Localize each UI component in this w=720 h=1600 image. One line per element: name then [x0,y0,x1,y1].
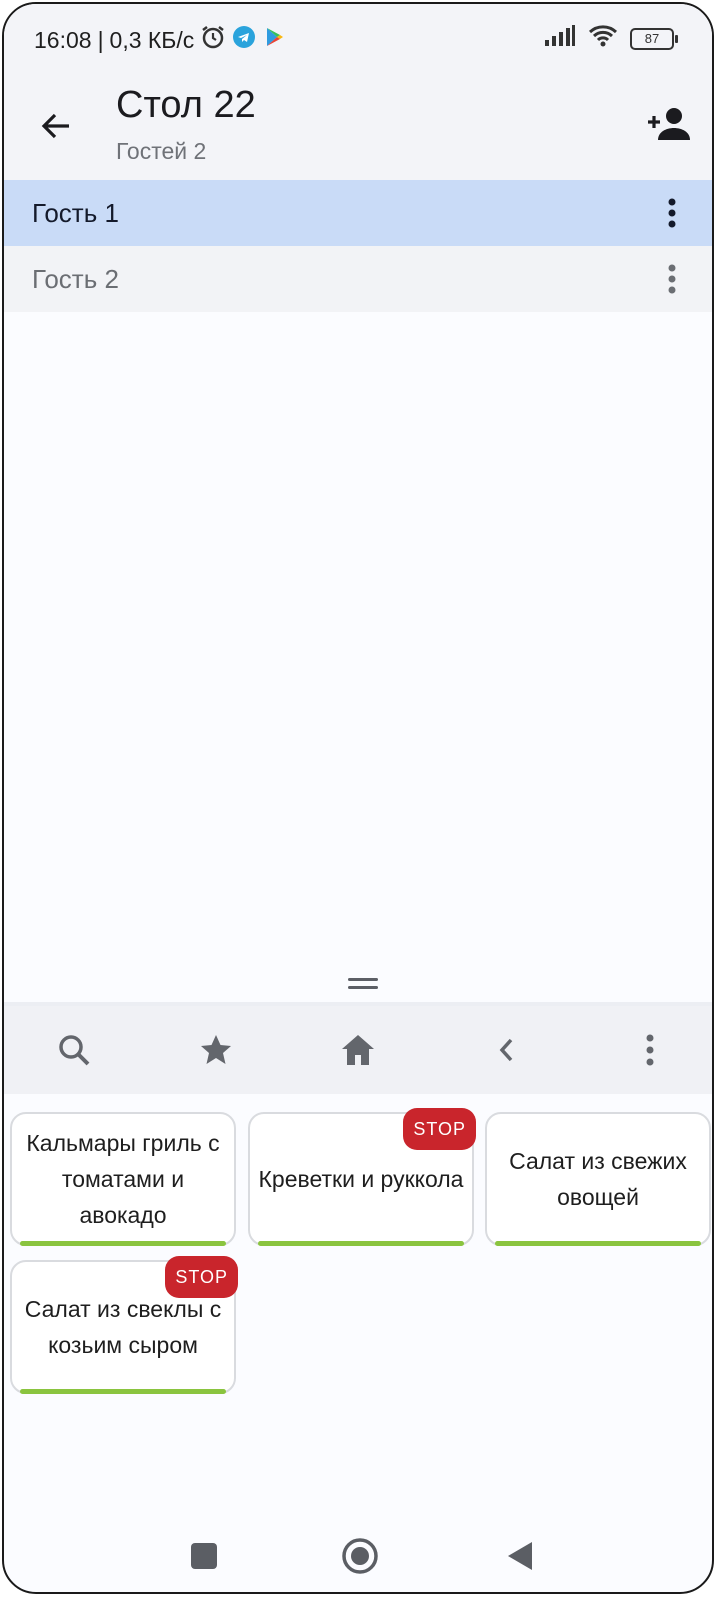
tile-status-bar [258,1241,464,1246]
person-add-icon [648,108,690,140]
status-right: 87 [544,24,678,53]
guest-count: Гостей 2 [116,138,207,164]
more-vert-icon [668,264,676,294]
search-icon [59,1035,90,1066]
system-back-button[interactable] [490,1526,550,1586]
menu-item-label: Кальмары гриль с томатами и авокадо [26,1130,220,1228]
system-nav-bar [4,1514,712,1592]
recents-button[interactable] [174,1526,234,1586]
search-button[interactable] [44,1020,104,1080]
back-button[interactable] [26,96,86,156]
page-title: Стол 22 [116,84,256,126]
telegram-icon [232,25,256,55]
status-left: 16:08 | 0,3 КБ/с [34,24,286,56]
drag-handle[interactable] [348,978,378,992]
guest-row-1[interactable]: Гость 1 [4,180,712,246]
stop-badge: STOP [165,1256,238,1298]
more-vert-icon [668,198,676,228]
network-speed: 0,3 КБ/с [109,26,195,53]
status-time: 16:08 [34,26,92,53]
chevron-left-icon [499,1038,513,1062]
guest-1-more-button[interactable] [662,193,682,233]
menu-item-tile[interactable]: Кальмары гриль с томатами и авокадо [10,1112,236,1246]
menu-item-label: Салат из свеклы с козьим сыром [24,1296,222,1358]
phone-screen: 16:08 | 0,3 КБ/с 87 Стол 22 Гостей 2 Гос… [2,2,714,1594]
play-store-icon [262,25,286,55]
menu-item-tile[interactable]: Салат из свеклы с козьим сыром STOP [10,1256,238,1394]
guest-row-2[interactable]: Гость 2 [4,246,712,312]
menu-item-tile[interactable]: Креветки и руккола STOP [248,1108,476,1246]
arrow-back-icon [41,113,69,139]
tile-status-bar [495,1241,701,1246]
battery-icon: 87 [630,27,678,50]
menu-item-tile[interactable]: Салат из свежих овощей [485,1112,711,1246]
favorites-button[interactable] [186,1020,246,1080]
status-bar: 16:08 | 0,3 КБ/с 87 [4,4,712,74]
wifi-icon [588,24,618,53]
toolbar-more-button[interactable] [620,1020,680,1080]
menu-toolbar [4,1006,712,1094]
add-guest-button[interactable] [638,94,698,154]
tile-status-bar [20,1241,226,1246]
alarm-icon [200,24,226,56]
back-triangle-icon [508,1542,532,1570]
guest-label: Гость 2 [32,263,119,294]
home-circle-icon [342,1538,378,1574]
back-category-button[interactable] [476,1020,536,1080]
recents-square-icon [191,1543,217,1569]
system-home-button[interactable] [330,1526,390,1586]
signal-icon [544,25,576,52]
more-vert-icon [646,1034,654,1066]
status-separator: | [97,26,104,53]
guest-2-more-button[interactable] [662,259,682,299]
tile-status-bar [20,1389,226,1394]
stop-badge: STOP [403,1108,476,1150]
star-icon [201,1035,231,1064]
menu-item-label: Салат из свежих овощей [509,1148,687,1210]
home-button[interactable] [328,1020,388,1080]
home-icon [342,1035,374,1065]
menu-item-label: Креветки и руккола [258,1166,464,1192]
guest-label: Гость 1 [32,197,119,228]
app-bar: Стол 22 Гостей 2 [4,74,712,180]
